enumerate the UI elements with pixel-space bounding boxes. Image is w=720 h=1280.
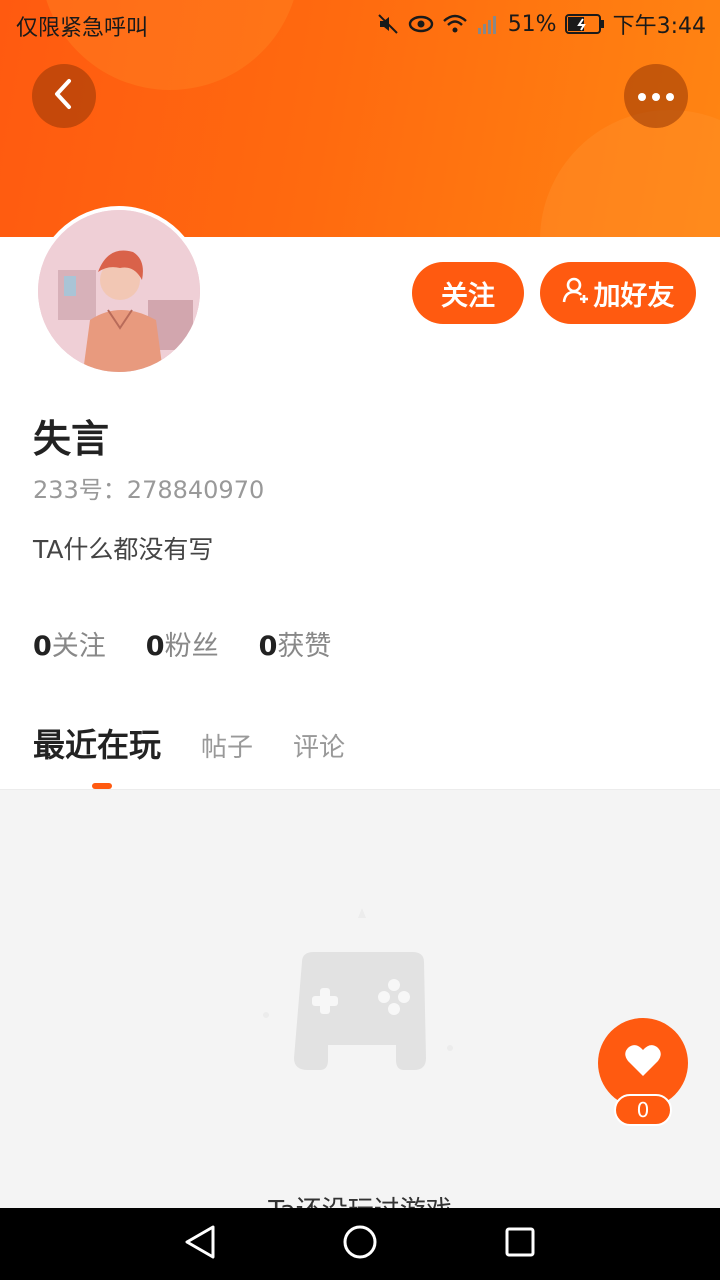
user-bio: TA什么都没有写 bbox=[33, 535, 214, 564]
stat-following[interactable]: 0关注 bbox=[33, 624, 106, 663]
nav-back-button[interactable] bbox=[180, 1224, 220, 1264]
stat-label: 获赞 bbox=[277, 631, 332, 662]
stat-value: 0 bbox=[145, 631, 165, 662]
add-user-icon bbox=[562, 276, 590, 311]
more-options-button[interactable] bbox=[624, 64, 688, 128]
clock: 下午3:44 bbox=[612, 14, 706, 39]
battery-percent: 51% bbox=[507, 11, 557, 37]
circle-home-icon bbox=[342, 1224, 378, 1264]
eye-icon bbox=[408, 12, 434, 36]
nav-home-button[interactable] bbox=[340, 1224, 380, 1264]
avatar-image bbox=[38, 210, 200, 372]
content-area: Ta还没玩过游戏 bbox=[0, 789, 720, 1209]
stat-value: 0 bbox=[258, 631, 278, 662]
heart-icon bbox=[624, 1044, 662, 1082]
profile-header: 仅限紧急呼叫 51% 下午3:44 bbox=[0, 0, 720, 237]
wifi-icon bbox=[442, 13, 468, 35]
square-recent-icon bbox=[504, 1226, 536, 1262]
battery-charging-icon bbox=[564, 13, 605, 35]
back-button[interactable] bbox=[32, 64, 96, 128]
tab-comments[interactable]: 评论 bbox=[293, 727, 345, 764]
more-dots-icon bbox=[636, 87, 676, 106]
header-decoration bbox=[540, 110, 720, 237]
follow-button-label: 关注 bbox=[441, 280, 495, 312]
user-id: 233号：278840970 bbox=[33, 476, 265, 504]
tab-recently-played[interactable]: 最近在玩 bbox=[33, 720, 161, 766]
add-friend-button[interactable]: 加好友 bbox=[540, 262, 696, 324]
username: 失言 bbox=[33, 417, 110, 461]
chevron-left-icon bbox=[51, 78, 77, 114]
emergency-call-text: 仅限紧急呼叫 bbox=[16, 16, 149, 41]
stat-fans[interactable]: 0粉丝 bbox=[146, 624, 219, 663]
mute-icon bbox=[376, 12, 400, 36]
tab-posts[interactable]: 帖子 bbox=[201, 727, 253, 764]
stat-label: 粉丝 bbox=[164, 631, 219, 662]
like-count-badge: 0 bbox=[614, 1094, 672, 1126]
avatar[interactable] bbox=[34, 206, 204, 376]
add-friend-button-label: 加好友 bbox=[593, 280, 675, 312]
stat-value: 0 bbox=[33, 631, 52, 662]
tab-bar: 最近在玩 帖子 评论 bbox=[33, 720, 385, 766]
system-nav-bar bbox=[0, 1208, 720, 1280]
nav-recent-apps-button[interactable] bbox=[500, 1224, 540, 1264]
status-bar: 仅限紧急呼叫 51% 下午3:44 bbox=[0, 0, 720, 48]
signal-icon bbox=[476, 13, 500, 35]
stat-label: 关注 bbox=[51, 631, 106, 662]
stats-row: 0关注 0粉丝 0获赞 bbox=[33, 624, 331, 663]
stat-likes[interactable]: 0获赞 bbox=[259, 624, 332, 663]
triangle-back-icon bbox=[183, 1224, 217, 1264]
follow-button[interactable]: 关注 bbox=[412, 262, 524, 324]
empty-state-text: Ta还没玩过游戏 bbox=[0, 1190, 720, 1209]
gamepad-icon bbox=[262, 900, 462, 1084]
